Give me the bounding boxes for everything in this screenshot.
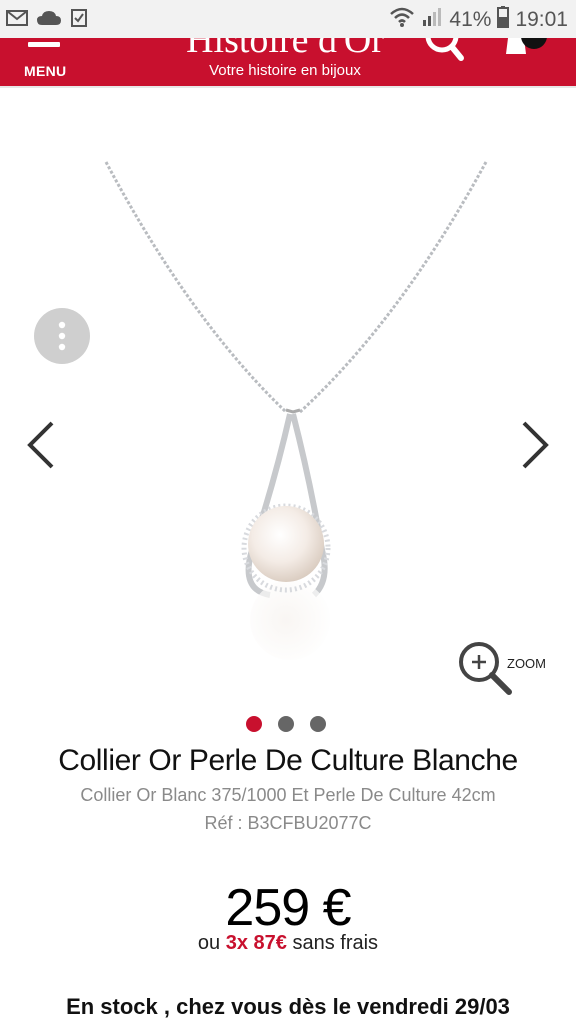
vertical-dots-icon	[58, 321, 66, 351]
previous-image-button[interactable]	[20, 415, 60, 475]
product-price: 259 €	[225, 879, 351, 937]
search-icon	[425, 38, 464, 61]
stock-status: En stock , chez vous dès le vendredi 29/…	[66, 994, 510, 1019]
signal-icon	[421, 6, 443, 34]
menu-label: MENU	[24, 63, 67, 79]
cloud-icon	[36, 9, 62, 31]
installment-suffix: sans frais	[286, 932, 379, 954]
zoom-button[interactable]: ZOOM	[457, 640, 567, 700]
more-options-button[interactable]	[34, 308, 90, 364]
wifi-icon	[389, 6, 415, 34]
task-check-icon	[70, 8, 88, 32]
product-reference: Réf : B3CFBU2077C	[204, 813, 372, 833]
battery-percentage: 41%	[449, 8, 492, 31]
clock: 19:01	[515, 8, 568, 31]
search-button[interactable]	[424, 38, 466, 68]
carousel-dot-2[interactable]	[278, 716, 294, 732]
product-title: Collier Or Perle De Culture Blanche	[58, 744, 518, 777]
logo-name: Histoire d'Or	[186, 38, 384, 61]
bag-icon	[506, 38, 547, 54]
installment-prefix: ou	[197, 932, 226, 954]
notification-icons	[6, 8, 88, 32]
carousel-dot-3[interactable]	[310, 716, 326, 732]
hamburger-icon	[28, 42, 60, 47]
site-header: MENU Histoire d'Or Votre histoire en bij…	[0, 38, 576, 88]
product-image[interactable]	[100, 150, 500, 730]
site-logo[interactable]: Histoire d'Or Votre histoire en bijoux	[120, 38, 450, 79]
chevron-right-icon	[522, 421, 549, 469]
logo-tagline: Votre histoire en bijoux	[209, 62, 361, 79]
status-bar: 41% 19:01	[0, 0, 576, 38]
carousel-dots	[246, 716, 326, 732]
system-indicators: 41% 19:01	[389, 6, 568, 34]
next-image-button[interactable]	[516, 415, 556, 475]
zoom-label: ZOOM	[507, 656, 546, 671]
cart-button[interactable]	[500, 38, 556, 58]
chevron-left-icon	[27, 421, 54, 469]
installment-amount: 3x 87€	[225, 932, 287, 954]
product-subtitle: Collier Or Blanc 375/1000 Et Perle De Cu…	[80, 785, 496, 805]
battery-icon	[497, 6, 510, 34]
mail-icon	[6, 9, 28, 31]
menu-button[interactable]: MENU	[24, 38, 68, 86]
installment-offer: ou 3x 87€ sans frais	[0, 932, 576, 955]
carousel-dot-1[interactable]	[246, 716, 262, 732]
product-gallery: ZOOM	[0, 90, 576, 700]
